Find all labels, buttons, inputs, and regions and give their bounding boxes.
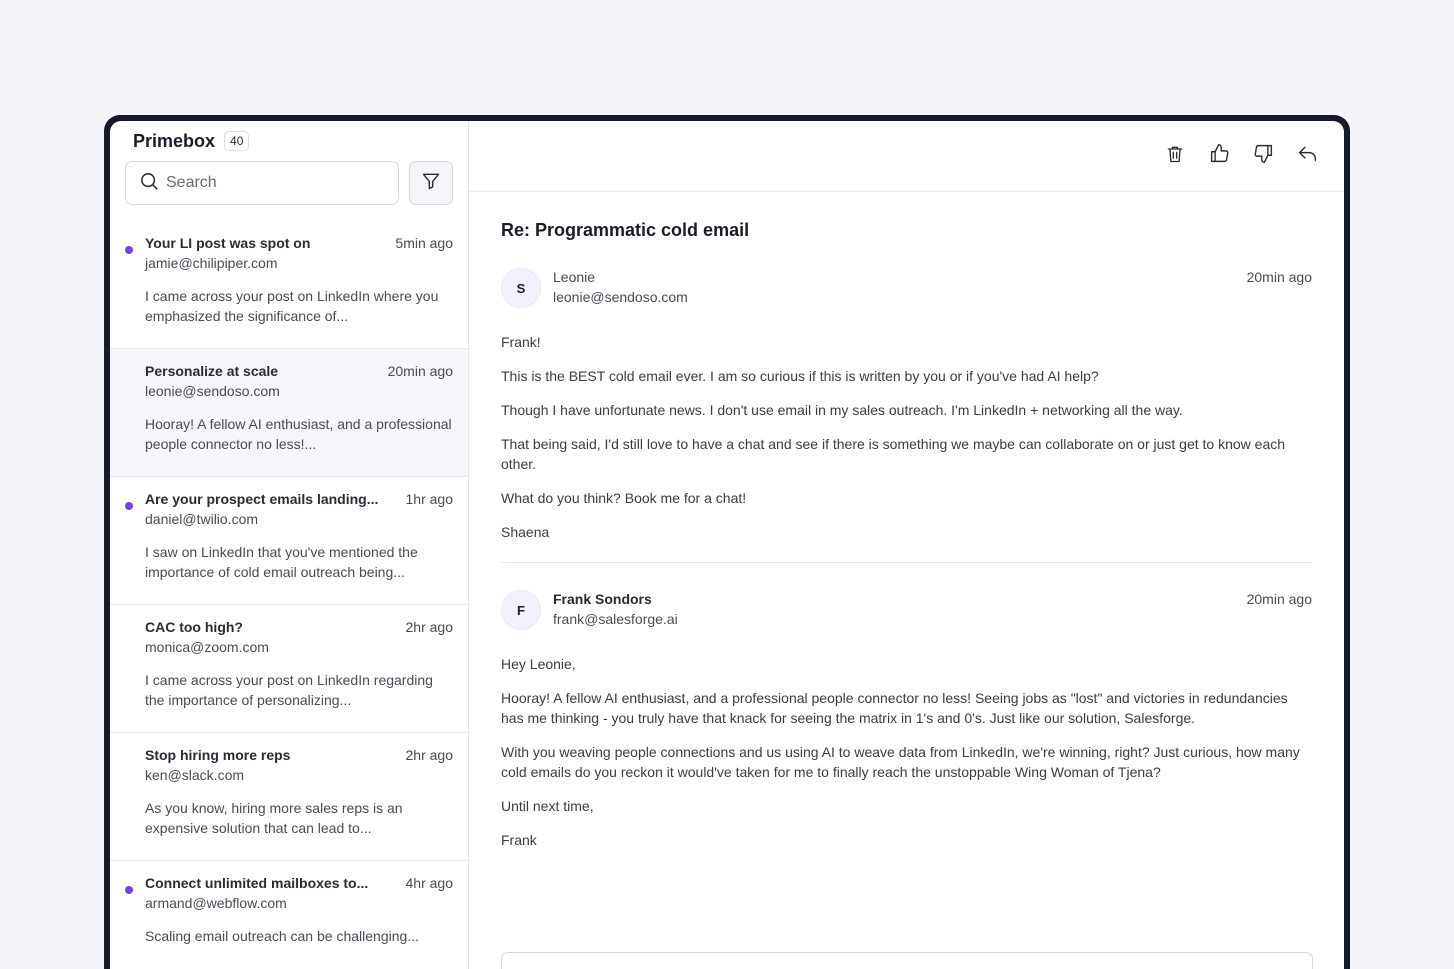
email-time: 4hr ago [405, 875, 453, 891]
email-time: 5min ago [395, 235, 453, 251]
message-time: 20min ago [1246, 269, 1312, 285]
app-window-frame: Primebox 40 Search Your LI post was spot… [104, 115, 1350, 969]
filter-icon [421, 171, 441, 196]
trash-icon [1165, 144, 1185, 169]
app-window: Primebox 40 Search Your LI post was spot… [110, 121, 1344, 969]
inbox-header: Primebox 40 [110, 121, 468, 161]
message-paragraph: This is the BEST cold email ever. I am s… [501, 368, 1099, 384]
email-preview: I came across your post on LinkedIn rega… [145, 672, 433, 708]
email-sender: daniel@twilio.com [145, 511, 259, 527]
unread-dot [125, 886, 133, 894]
message-paragraph: Though I have unfortunate news. I don't … [501, 402, 1183, 418]
email-subject: Connect unlimited mailboxes to... [145, 875, 369, 891]
reply-input-box[interactable] [501, 952, 1313, 969]
email-sender: jamie@chilipiper.com [145, 255, 278, 271]
email-time: 2hr ago [405, 747, 453, 763]
thumbs-up-icon [1209, 143, 1230, 169]
message-body: Hey Leonie, Hooray! A fellow AI enthusia… [501, 654, 1312, 850]
message-paragraph: Hey Leonie, [501, 656, 576, 672]
sender-info: Leonie leonie@sendoso.com [553, 267, 688, 307]
email-sender: leonie@sendoso.com [145, 383, 280, 399]
thumbs-up-button[interactable] [1208, 143, 1230, 169]
message-time: 20min ago [1246, 591, 1312, 607]
list-item[interactable]: Stop hiring more reps 2hr ago ken@slack.… [110, 733, 468, 861]
sender-email: frank@salesforge.ai [553, 611, 678, 627]
thread-subject: Re: Programmatic cold email [501, 220, 750, 240]
email-preview: Hooray! A fellow AI enthusiast, and a pr… [145, 416, 452, 452]
email-reading-pane: Re: Programmatic cold email S Leonie leo… [469, 121, 1344, 969]
message-toolbar [469, 121, 1344, 192]
email-time: 20min ago [387, 363, 453, 379]
email-subject: Your LI post was spot on [145, 235, 311, 251]
avatar: S [501, 268, 541, 308]
email-subject: Stop hiring more reps [145, 747, 291, 763]
thumbs-down-button[interactable] [1252, 143, 1274, 169]
reply-icon [1297, 143, 1318, 169]
search-row [110, 161, 468, 205]
message-paragraph: Hooray! A fellow AI enthusiast, and a pr… [501, 690, 1288, 726]
unread-dot [125, 246, 133, 254]
email-list: Your LI post was spot on 5min ago jamie@… [110, 221, 468, 969]
thread-message: S Leonie leonie@sendoso.com 20min ago Fr… [501, 241, 1312, 563]
avatar: F [501, 590, 541, 630]
email-preview: Scaling email outreach can be challengin… [145, 928, 419, 944]
list-item[interactable]: CAC too high? 2hr ago monica@zoom.com I … [110, 605, 468, 733]
message-paragraph: Shaena [501, 524, 550, 540]
inbox-sidebar: Primebox 40 Search Your LI post was spot… [110, 121, 469, 969]
sender-info: Frank Sondors frank@salesforge.ai [553, 589, 678, 629]
message-paragraph: Frank! [501, 334, 541, 350]
sender-name: Leonie [553, 269, 596, 285]
email-sender: monica@zoom.com [145, 639, 269, 655]
message-paragraph: Until next time, [501, 798, 594, 814]
email-subject: Personalize at scale [145, 363, 279, 379]
email-preview: I saw on LinkedIn that you've mentioned … [145, 544, 418, 580]
reply-button[interactable] [1296, 145, 1318, 167]
email-sender: armand@webflow.com [145, 895, 287, 911]
message-paragraph: Frank [501, 832, 537, 848]
message-body: Frank! This is the BEST cold email ever.… [501, 332, 1312, 542]
email-preview: As you know, hiring more sales reps is a… [145, 800, 403, 836]
list-item[interactable]: Connect unlimited mailboxes to... 4hr ag… [110, 861, 468, 969]
email-subject: Are your prospect emails landing... [145, 491, 379, 507]
sender-name: Frank Sondors [553, 591, 652, 607]
email-subject: CAC too high? [145, 619, 243, 635]
search-icon [140, 172, 158, 195]
email-time: 1hr ago [405, 491, 453, 507]
sender-email: leonie@sendoso.com [553, 289, 688, 305]
thumbs-down-icon [1253, 143, 1274, 169]
list-item[interactable]: Are your prospect emails landing... 1hr … [110, 477, 468, 605]
message-paragraph: What do you think? Book me for a chat! [501, 490, 747, 506]
message-paragraph: That being said, I'd still love to have … [501, 436, 1286, 472]
thread-message: F Frank Sondors frank@salesforge.ai 20mi… [501, 563, 1312, 850]
delete-button[interactable] [1164, 145, 1186, 167]
inbox-title: Primebox [133, 130, 216, 151]
message-header: S Leonie leonie@sendoso.com 20min ago [501, 267, 1312, 308]
message-header: F Frank Sondors frank@salesforge.ai 20mi… [501, 589, 1312, 630]
search-box[interactable] [125, 161, 399, 205]
email-preview: I came across your post on LinkedIn wher… [145, 288, 439, 324]
inbox-count-badge: 40 [224, 131, 250, 151]
search-input[interactable] [166, 174, 366, 192]
email-time: 2hr ago [405, 619, 453, 635]
unread-dot [125, 502, 133, 510]
list-item[interactable]: Personalize at scale 20min ago leonie@se… [110, 349, 468, 477]
email-sender: ken@slack.com [145, 767, 245, 783]
filter-button[interactable] [409, 161, 453, 205]
message-paragraph: With you weaving people connections and … [501, 744, 1300, 780]
list-item[interactable]: Your LI post was spot on 5min ago jamie@… [110, 221, 468, 349]
email-thread: Re: Programmatic cold email S Leonie leo… [469, 192, 1344, 864]
